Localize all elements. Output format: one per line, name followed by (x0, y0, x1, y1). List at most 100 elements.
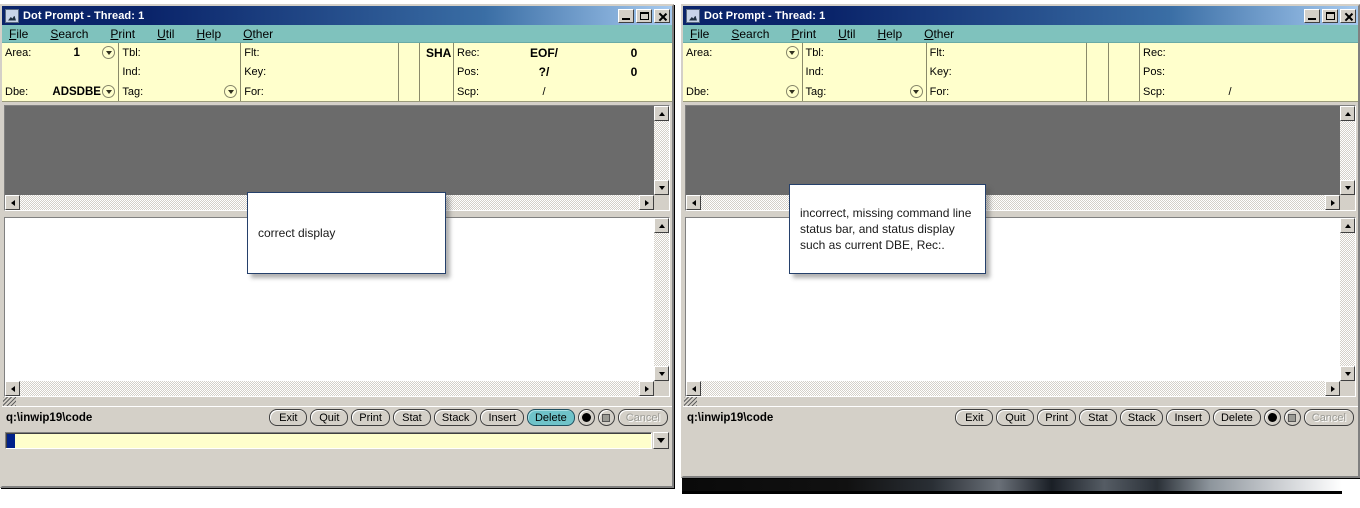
print-button[interactable]: Print (1037, 409, 1076, 426)
action-button-bar-right[interactable]: Exit Quit Print Stat Stack Insert Delete… (955, 409, 1354, 426)
menu-item-search[interactable]: Search (50, 27, 88, 41)
tbl-label: Tbl: (805, 46, 824, 59)
stack-button[interactable]: Stack (1119, 409, 1164, 426)
scroll-left-icon[interactable] (686, 195, 701, 210)
scroll-down-icon[interactable] (654, 180, 669, 195)
minimize-icon[interactable] (618, 8, 634, 23)
scroll-track-h[interactable] (701, 381, 1325, 396)
menu-bar-right[interactable]: File Search Print Util Help Other (683, 25, 1358, 43)
title-bar-right[interactable]: Dot Prompt - Thread: 1 (683, 6, 1358, 25)
window-controls[interactable] (1304, 8, 1356, 23)
print-button[interactable]: Print (351, 409, 390, 426)
output-text-area[interactable] (5, 106, 654, 195)
menu-item-file[interactable]: File (690, 27, 709, 41)
scroll-right-icon[interactable] (1325, 381, 1340, 396)
editor-horizontal-scrollbar[interactable] (686, 381, 1355, 396)
scroll-track[interactable] (1340, 233, 1355, 366)
exit-button[interactable]: Exit (269, 409, 308, 426)
dot-prompt-window-right[interactable]: Dot Prompt - Thread: 1 File Search Print… (681, 4, 1360, 478)
delete-button[interactable]: Delete (526, 409, 575, 426)
scroll-up-icon[interactable] (1340, 218, 1355, 233)
output-horizontal-scrollbar[interactable] (686, 195, 1355, 210)
menu-item-search[interactable]: Search (731, 27, 769, 41)
stop-square-icon[interactable] (1283, 409, 1301, 426)
stat-button[interactable]: Stat (1078, 409, 1117, 426)
scp-value: / (542, 85, 546, 98)
close-icon[interactable] (1340, 8, 1356, 23)
quit-button[interactable]: Quit (310, 409, 349, 426)
taskbar-fragment-edge (682, 491, 1342, 494)
output-vertical-scrollbar[interactable] (654, 106, 669, 195)
command-history-dropdown-icon[interactable] (653, 432, 669, 449)
scroll-right-icon[interactable] (639, 195, 654, 210)
window-title: Dot Prompt - Thread: 1 (23, 9, 145, 22)
command-line-row-left[interactable] (2, 428, 672, 453)
scroll-up-icon[interactable] (654, 218, 669, 233)
scroll-right-icon[interactable] (1325, 195, 1340, 210)
exit-button[interactable]: Exit (955, 409, 994, 426)
tbl-label: Tbl: (122, 46, 141, 59)
scroll-track[interactable] (1340, 121, 1355, 180)
editor-vertical-scrollbar[interactable] (654, 218, 669, 381)
output-text-area[interactable] (686, 106, 1340, 195)
scroll-track-h[interactable] (20, 381, 639, 396)
resize-grip[interactable] (683, 397, 1358, 406)
rec-label: Rec: (457, 46, 480, 59)
dbe-dropdown-icon[interactable] (785, 85, 799, 99)
record-dot-icon[interactable] (577, 409, 595, 426)
pos-label: Pos: (457, 66, 480, 79)
menu-item-util[interactable]: Util (157, 27, 174, 41)
maximize-icon[interactable] (1322, 8, 1338, 23)
menu-item-help[interactable]: Help (877, 27, 902, 41)
area-dropdown-icon[interactable] (102, 46, 116, 60)
output-pane-right (683, 102, 1358, 211)
maximize-icon[interactable] (636, 8, 652, 23)
editor-vertical-scrollbar[interactable] (1340, 218, 1355, 381)
tag-dropdown-icon[interactable] (224, 85, 238, 99)
scroll-up-icon[interactable] (654, 106, 669, 121)
scroll-left-icon[interactable] (5, 195, 20, 210)
menu-item-print[interactable]: Print (110, 27, 135, 41)
resize-grip[interactable] (2, 397, 672, 406)
window-controls[interactable] (618, 8, 670, 23)
delete-button[interactable]: Delete (1212, 409, 1261, 426)
close-icon[interactable] (654, 8, 670, 23)
scroll-track[interactable] (654, 233, 669, 366)
info-column-area: Area: 1 Dbe: ADSDBE (2, 43, 120, 101)
menu-item-file[interactable]: File (9, 27, 28, 41)
stack-button[interactable]: Stack (433, 409, 478, 426)
stat-button[interactable]: Stat (392, 409, 431, 426)
info-column-spacer (1087, 43, 1109, 101)
editor-horizontal-scrollbar[interactable] (5, 381, 669, 396)
editor-text-area[interactable] (686, 218, 1340, 381)
scroll-up-icon[interactable] (1340, 106, 1355, 121)
insert-button[interactable]: Insert (1166, 409, 1210, 426)
scroll-down-icon[interactable] (654, 366, 669, 381)
menu-item-other[interactable]: Other (243, 27, 273, 41)
scroll-down-icon[interactable] (1340, 366, 1355, 381)
menu-item-other[interactable]: Other (924, 27, 954, 41)
dbe-dropdown-icon[interactable] (102, 85, 116, 99)
tag-dropdown-icon[interactable] (909, 85, 923, 99)
status-bar-left: q:\inwip19\code Exit Quit Print Stat Sta… (2, 406, 672, 428)
scroll-left-icon[interactable] (686, 381, 701, 396)
insert-button[interactable]: Insert (480, 409, 524, 426)
quit-button[interactable]: Quit (996, 409, 1035, 426)
scroll-down-icon[interactable] (1340, 180, 1355, 195)
menu-bar-left[interactable]: File Search Print Util Help Other (2, 25, 672, 43)
menu-item-print[interactable]: Print (791, 27, 816, 41)
menu-item-util[interactable]: Util (838, 27, 855, 41)
menu-item-help[interactable]: Help (196, 27, 221, 41)
area-dropdown-icon[interactable] (785, 46, 799, 60)
minimize-icon[interactable] (1304, 8, 1320, 23)
pos-value: ?/ (538, 65, 550, 80)
output-vertical-scrollbar[interactable] (1340, 106, 1355, 195)
stop-square-icon[interactable] (597, 409, 615, 426)
scroll-right-icon[interactable] (639, 381, 654, 396)
scroll-left-icon[interactable] (5, 381, 20, 396)
scroll-track[interactable] (654, 121, 669, 180)
command-line-input[interactable] (5, 432, 652, 449)
title-bar-left[interactable]: Dot Prompt - Thread: 1 (2, 6, 672, 25)
action-button-bar-left[interactable]: Exit Quit Print Stat Stack Insert Delete… (269, 409, 668, 426)
record-dot-icon[interactable] (1263, 409, 1281, 426)
